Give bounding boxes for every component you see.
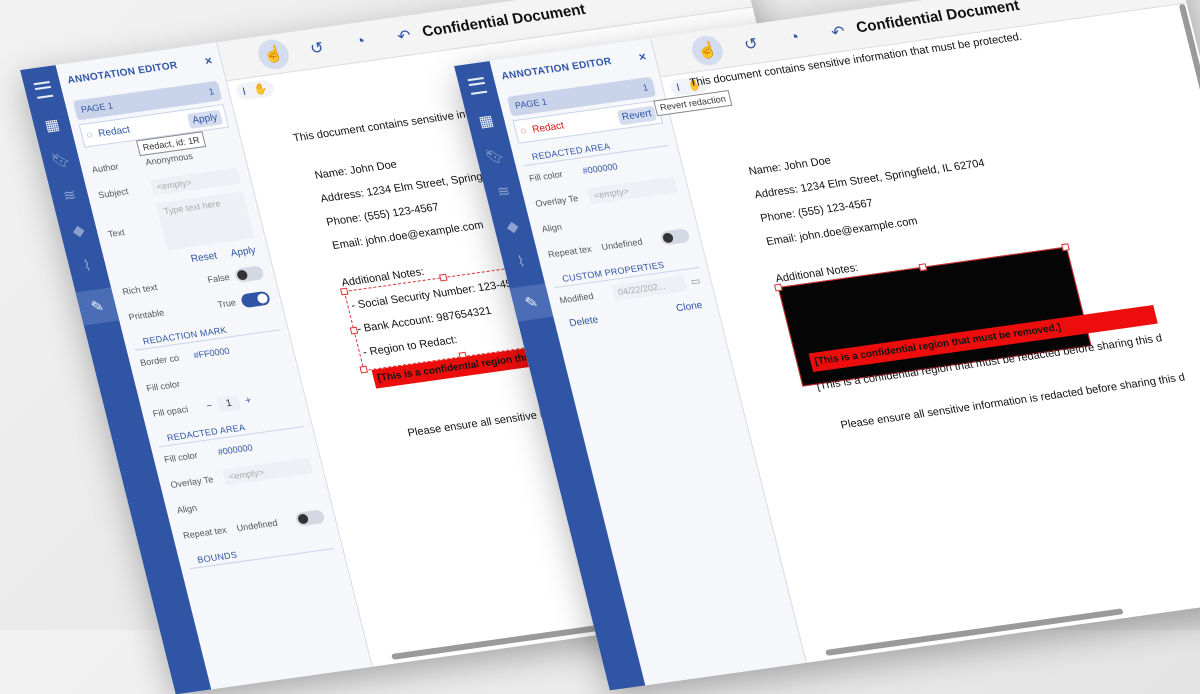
text-cursor-icon[interactable]: I [241,85,247,97]
overlay-text-label: Overlay Te [534,193,580,209]
repeat-text-label: Repeat tex [546,243,593,260]
fill-color-label: Fill color [528,169,564,184]
horizontal-scrollbar[interactable] [825,608,1124,656]
align-label: Align [540,221,563,235]
panel-title: ANNOTATION EDITOR [66,59,179,86]
modified-label: Modified [558,290,595,306]
thumbnails-icon[interactable]: ▦ [473,109,500,134]
doc-name: Name: John Doe [313,158,399,182]
printable-value: True [216,297,237,310]
author-label: Author [90,161,120,175]
zoom-icon[interactable]: ◔ [342,25,379,58]
zoom-icon[interactable]: ◔ [776,21,813,54]
rotate-icon[interactable]: ↺ [732,27,769,60]
increment-icon[interactable]: + [244,395,252,407]
reset-button[interactable]: Reset [190,251,219,265]
resize-handle[interactable] [359,365,369,374]
rich-text-value: False [206,271,231,285]
annotation-type-label: Redact [97,123,132,140]
attachment-icon[interactable]: ⌇ [508,249,535,274]
rich-text-label: Rich text [121,282,159,297]
delete-button[interactable]: Delete [568,315,599,330]
doc-name: Name: John Doe [747,154,833,178]
menu-icon[interactable] [464,74,491,99]
hand-icon[interactable]: ✋ [252,82,268,97]
close-panel-icon[interactable]: × [203,53,214,68]
thumbnails-icon[interactable]: ▦ [39,113,66,138]
resize-handle[interactable] [773,283,783,292]
fill-opacity-stepper[interactable]: − 1 + [205,393,253,414]
page-label: PAGE 1 [513,96,548,111]
panel-title: ANNOTATION EDITOR [500,55,613,82]
overlay-text-label: Overlay Te [169,474,215,490]
fill-opacity-label: Fill opaci [151,404,190,419]
doc-phone: Phone: (555) 123-4567 [759,197,875,225]
repeat-text-value: Undefined [235,517,279,534]
resize-handle[interactable] [438,273,448,282]
layers-icon[interactable]: ≋ [56,183,83,208]
bookmark-icon[interactable]: 🔖︎ [481,144,508,169]
repeat-text-value: Undefined [600,236,644,253]
annotation-mini-toolbar: I ✋ [234,79,276,101]
decrement-icon[interactable]: − [205,400,213,412]
menu-icon[interactable] [30,78,57,103]
border-color-label: Border co [139,352,181,368]
redact-icon: ◌ [519,125,528,137]
calendar-icon[interactable]: ▭ [690,275,702,287]
fill-opacity-value[interactable]: 1 [216,394,242,413]
fill-color-label: Fill color [145,378,181,394]
annotation-type-label: Redact [531,119,566,136]
vertical-scrollbar[interactable] [1178,3,1200,239]
text-input[interactable]: Type text here [155,191,255,251]
pan-tool-icon[interactable]: ☝ [254,37,292,71]
close-panel-icon[interactable]: × [637,49,648,64]
pan-tool-icon[interactable]: ☝ [688,33,726,67]
bookmark-icon[interactable]: 🔖︎ [47,148,74,173]
resize-handle[interactable] [918,263,928,272]
rich-text-toggle[interactable] [233,265,265,283]
subject-label: Subject [97,186,130,201]
doc-intro: This document contains sensitive inform [291,105,489,145]
rotate-icon[interactable]: ↺ [298,31,335,64]
apply-button[interactable]: Apply [230,245,257,259]
text-cursor-icon[interactable]: I [675,81,681,93]
tag-icon[interactable]: ◆ [499,214,526,239]
text-label: Text [106,227,126,240]
printable-label: Printable [127,307,166,323]
clone-button[interactable]: Clone [675,300,704,314]
page-count: 1 [641,82,650,93]
tag-icon[interactable]: ◆ [65,218,92,243]
align-label: Align [175,502,198,516]
doc-phone: Phone: (555) 123-4567 [325,201,441,229]
layers-icon[interactable]: ≋ [490,179,517,204]
printable-toggle[interactable] [239,290,272,309]
redact-icon: ◌ [85,129,94,141]
page-count: 1 [207,86,216,97]
attachment-icon[interactable]: ⌇ [74,253,101,278]
page-label: PAGE 1 [79,100,114,115]
apply-redaction-button[interactable]: Apply [186,109,224,129]
undo-icon[interactable]: ↶ [386,19,423,52]
undo-icon[interactable]: ↶ [820,15,857,48]
area-fill-label: Fill color [163,450,199,465]
resize-handle[interactable] [339,287,349,296]
repeat-text-toggle[interactable] [659,228,691,246]
repeat-text-label: Repeat tex [182,524,228,541]
revert-redaction-button[interactable]: Revert [616,105,658,125]
resize-handle[interactable] [1061,243,1070,252]
repeat-text-toggle[interactable] [294,509,326,527]
